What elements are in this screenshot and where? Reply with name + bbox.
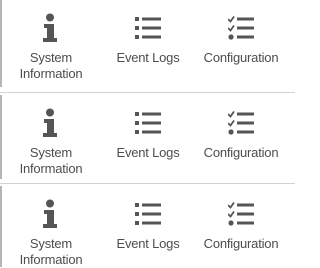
checklist-icon (228, 199, 254, 229)
configuration-label: Configuration (203, 236, 279, 251)
event-logs-label: Event Logs (116, 145, 180, 160)
event-logs-label: Event Logs (116, 236, 180, 251)
info-icon (38, 108, 64, 138)
system-information-label: System Information (19, 145, 83, 176)
list-icon (135, 199, 161, 229)
info-icon (38, 13, 64, 43)
event-logs-tile[interactable]: Event Logs (102, 95, 194, 179)
system-information-tile[interactable]: System Information (5, 95, 97, 179)
system-information-label: System Information (19, 236, 83, 267)
list-icon (135, 108, 161, 138)
event-logs-tile[interactable]: Event Logs (102, 0, 194, 87)
system-information-tile[interactable]: System Information (5, 186, 97, 267)
menu-panel-2: System Information Event Logs Configurat… (0, 95, 295, 179)
row-divider (0, 183, 295, 184)
event-logs-tile[interactable]: Event Logs (102, 186, 194, 267)
menu-panel-3: System Information Event Logs Configurat… (0, 186, 295, 267)
checklist-icon (228, 108, 254, 138)
info-icon (38, 199, 64, 229)
menu-panel-1: System Information Event Logs Configurat… (0, 0, 295, 87)
system-information-tile[interactable]: System Information (5, 0, 97, 87)
checklist-icon (228, 13, 254, 43)
configuration-label: Configuration (203, 145, 279, 160)
configuration-tile[interactable]: Configuration (195, 186, 287, 267)
list-icon (135, 13, 161, 43)
system-information-label: System Information (19, 50, 83, 81)
configuration-label: Configuration (203, 50, 279, 65)
row-divider (0, 92, 295, 93)
configuration-tile[interactable]: Configuration (195, 0, 287, 87)
configuration-tile[interactable]: Configuration (195, 95, 287, 179)
event-logs-label: Event Logs (116, 50, 180, 65)
